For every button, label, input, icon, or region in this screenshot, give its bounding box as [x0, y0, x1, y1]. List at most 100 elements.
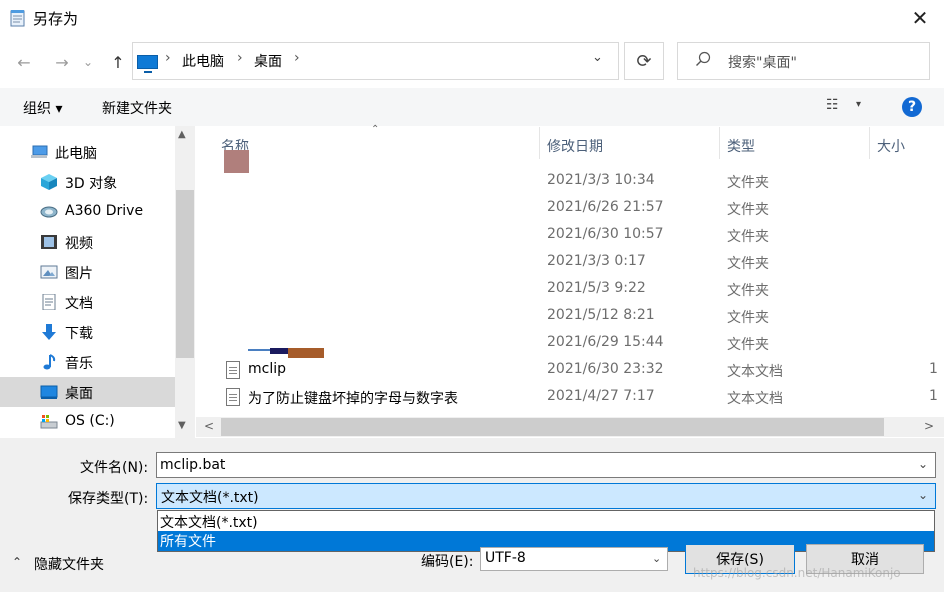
breadcrumb-separator: › [165, 50, 171, 66]
column-divider[interactable] [539, 127, 540, 159]
file-name: 为了防止键盘坏掉的字母与数字表 [248, 391, 458, 407]
drive-icon [40, 415, 58, 429]
file-date: 2021/6/26 21:57 [547, 199, 664, 215]
sidebar-item-label: 此电脑 [55, 146, 97, 162]
column-header-size[interactable]: 大小 [877, 136, 905, 156]
window-title: 另存为 [33, 10, 79, 28]
table-row[interactable]: 2021/6/30 10:57 文件夹 [196, 222, 944, 249]
breadcrumb-separator: › [237, 50, 243, 66]
file-name: mclip [248, 361, 287, 377]
file-type: 文件夹 [727, 337, 769, 353]
watermark: https://blog.csdn.net/HanamiKonjo [693, 566, 901, 580]
sidebar-item-label: 文档 [65, 296, 93, 312]
column-divider[interactable] [719, 127, 720, 159]
scroll-down-icon[interactable]: ▼ [178, 420, 186, 431]
back-arrow-icon: ← [17, 52, 31, 72]
file-type: 文本文档 [727, 391, 783, 407]
sidebar-item-music[interactable]: 音乐 [0, 347, 175, 377]
file-type: 文本文档 [727, 364, 783, 380]
table-row[interactable]: 2021/5/12 8:21 文件夹 [196, 303, 944, 330]
new-folder-button[interactable]: 新建文件夹 [102, 98, 172, 118]
search-icon [696, 51, 711, 66]
sidebar-item-3d-objects[interactable]: 3D 对象 [0, 167, 175, 197]
sidebar-item-videos[interactable]: 视频 [0, 227, 175, 257]
table-row[interactable]: 2021/3/3 10:34 文件夹 [196, 168, 944, 195]
sidebar-item-this-pc[interactable]: 此电脑 [0, 137, 165, 167]
table-row[interactable]: 为了防止键盘坏掉的字母与数字表 2021/4/27 7:17 文本文档 1 [196, 384, 944, 411]
music-icon [43, 354, 56, 370]
hide-folders-button[interactable]: 隐藏文件夹 [34, 554, 104, 574]
recent-locations-button[interactable]: ⌄ [80, 50, 96, 74]
horizontal-scrollbar-thumb[interactable] [221, 418, 884, 436]
filetype-label: 保存类型(T): [68, 491, 149, 507]
sidebar-item-os-drive[interactable]: OS (C:) [0, 407, 175, 437]
refresh-icon: ⟳ [636, 50, 652, 72]
forward-button[interactable]: → [50, 50, 74, 74]
file-date: 2021/3/3 10:34 [547, 172, 655, 188]
sidebar-item-downloads[interactable]: 下载 [0, 317, 175, 347]
scroll-left-icon[interactable]: < [204, 419, 214, 433]
text-file-icon [226, 388, 240, 406]
table-row[interactable]: mclip 2021/6/30 23:32 文本文档 1 [196, 357, 944, 384]
sidebar-scrollbar-thumb[interactable] [176, 190, 194, 358]
filetype-select[interactable]: 文本文档(*.txt) [156, 483, 936, 509]
encoding-select[interactable]: UTF-8 [480, 547, 668, 571]
computer-icon [137, 55, 158, 73]
breadcrumb-desktop[interactable]: 桌面 [254, 51, 282, 71]
sidebar-item-documents[interactable]: 文档 [0, 287, 175, 317]
sidebar-item-label: 视频 [65, 236, 93, 252]
chevron-up-icon[interactable]: ⌃ [12, 555, 22, 569]
title-bar [0, 0, 944, 36]
file-type: 文件夹 [727, 256, 769, 272]
view-dropdown-icon[interactable]: ▾ [856, 99, 861, 110]
address-dropdown-icon[interactable]: ⌄ [592, 50, 603, 65]
encoding-label: 编码(E): [421, 554, 474, 570]
sidebar-item-a360-drive[interactable]: A360 Drive [0, 197, 175, 227]
table-row[interactable]: 2021/3/3 0:17 文件夹 [196, 249, 944, 276]
desktop-icon [40, 385, 58, 399]
filename-input[interactable] [156, 452, 936, 478]
downloads-icon [42, 324, 56, 340]
3d-objects-icon [41, 174, 57, 190]
scroll-right-icon[interactable]: > [924, 419, 934, 433]
organize-button[interactable]: 组织 ▾ [23, 98, 62, 118]
refresh-button[interactable]: ⟳ [624, 42, 664, 80]
sidebar-item-label: A360 Drive [65, 203, 144, 219]
table-row[interactable]: 2021/6/26 21:57 文件夹 [196, 195, 944, 222]
sidebar-item-pictures[interactable]: 图片 [0, 257, 175, 287]
file-type: 文件夹 [727, 175, 769, 191]
search-placeholder: 搜索"桌面" [728, 55, 797, 71]
sidebar-item-label: 3D 对象 [65, 176, 118, 192]
chevron-down-icon[interactable]: ⌄ [918, 488, 928, 502]
scroll-up-icon[interactable]: ▲ [178, 129, 186, 140]
file-date: 2021/3/3 0:17 [547, 253, 646, 269]
a360-drive-icon [40, 206, 58, 218]
notepad-icon [10, 10, 25, 27]
file-type: 文件夹 [727, 229, 769, 245]
table-row[interactable]: 2021/6/29 15:44 文件夹 [196, 330, 944, 357]
column-header-type[interactable]: 类型 [727, 136, 755, 156]
sidebar-item-label: OS (C:) [65, 413, 115, 429]
sort-ascending-icon: ⌃ [371, 124, 380, 135]
filetype-option-txt[interactable]: 文本文档(*.txt) [158, 512, 934, 532]
breadcrumb-this-pc[interactable]: 此电脑 [182, 51, 224, 71]
file-type: 文件夹 [727, 283, 769, 299]
chevron-down-icon[interactable]: ⌄ [918, 457, 928, 471]
table-row[interactable]: 2021/5/3 9:22 文件夹 [196, 276, 944, 303]
chevron-down-icon[interactable]: ⌄ [652, 552, 661, 565]
sidebar-item-label: 图片 [65, 266, 93, 282]
column-header-date[interactable]: 修改日期 [547, 136, 603, 156]
file-type: 文件夹 [727, 310, 769, 326]
up-button[interactable]: ↑ [106, 50, 130, 74]
view-options-icon[interactable]: ☷ [826, 97, 839, 113]
search-input[interactable] [677, 42, 930, 80]
back-button[interactable]: ← [12, 50, 36, 74]
help-icon[interactable]: ? [902, 97, 922, 117]
filename-label: 文件名(N): [80, 460, 149, 476]
sidebar-item-desktop[interactable]: 桌面 [0, 377, 175, 407]
video-icon [41, 235, 57, 249]
column-divider[interactable] [869, 127, 870, 159]
file-date: 2021/6/30 23:32 [547, 361, 664, 377]
breadcrumb-separator[interactable]: › [294, 50, 300, 66]
close-button[interactable]: ✕ [896, 0, 944, 36]
